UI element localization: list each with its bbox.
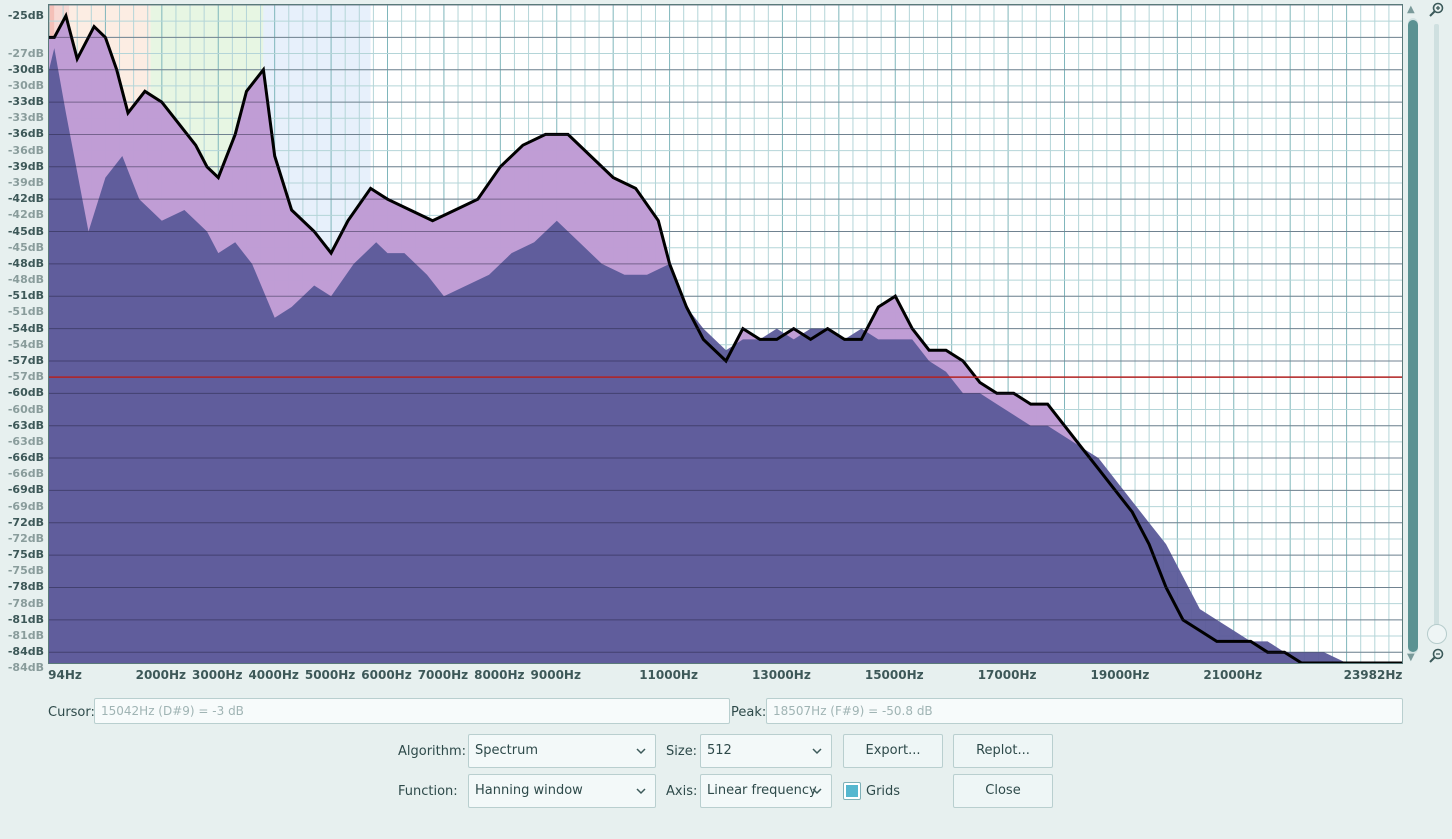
grids-label[interactable]: Grids (866, 784, 900, 799)
y-tick-label: -57dB (7, 370, 44, 384)
y-tick-label: -72dB (7, 531, 44, 545)
y-tick-label: -75dB (7, 548, 44, 562)
y-tick-label: -39dB (7, 175, 44, 189)
grids-checkbox[interactable] (843, 782, 861, 800)
y-tick-label: -69dB (7, 483, 44, 497)
y-tick-label: -42dB (7, 192, 44, 206)
y-tick-label: -25dB (7, 8, 44, 22)
algorithm-select[interactable]: Spectrum (468, 734, 656, 768)
y-tick-label: -57dB (7, 353, 44, 367)
x-tick-label: 7000Hz (417, 668, 469, 682)
zoom-in-icon[interactable] (1428, 2, 1444, 18)
chevron-down-icon (812, 748, 822, 755)
y-tick-label: -84dB (7, 661, 44, 675)
y-tick-label: -36dB (7, 143, 44, 157)
x-tick-label: 94Hz (48, 668, 82, 682)
peak-label: Peak: (731, 705, 767, 720)
x-axis: 94Hz 2000Hz 3000Hz 4000Hz 5000Hz 6000Hz 7000Hz… (48, 668, 1408, 688)
y-tick-label: -60dB (7, 402, 44, 416)
y-tick-label: -60dB (7, 386, 44, 400)
y-tick-label: -81dB (7, 612, 44, 626)
x-tick-label: 19000Hz (1090, 668, 1150, 682)
y-tick-label: -51dB (7, 305, 44, 319)
axis-value: Linear frequency (707, 783, 817, 798)
y-tick-label: -69dB (7, 499, 44, 513)
y-tick-label: -42dB (7, 208, 44, 222)
function-value: Hanning window (475, 783, 583, 798)
size-value: 512 (707, 743, 732, 758)
y-tick-label: -84dB (7, 645, 44, 659)
y-tick-label: -66dB (7, 451, 44, 465)
zoom-knob[interactable] (1427, 624, 1447, 644)
y-tick-label: -48dB (7, 256, 44, 270)
y-tick-label: -72dB (7, 515, 44, 529)
y-tick-label: -48dB (7, 273, 44, 287)
peak-readout: 18507Hz (F#9) = -50.8 dB (766, 698, 1403, 724)
y-tick-label: -33dB (7, 95, 44, 109)
axis-select[interactable]: Linear frequency (700, 774, 832, 808)
axis-label: Axis: (666, 784, 698, 799)
y-tick-label: -30dB (7, 62, 44, 76)
x-tick-label: 8000Hz (474, 668, 525, 682)
function-select[interactable]: Hanning window (468, 774, 656, 808)
close-button[interactable]: Close (953, 774, 1053, 808)
zoom-slider[interactable] (1427, 2, 1449, 668)
y-tick-label: -45dB (7, 240, 44, 254)
x-tick-label: 4000Hz (248, 668, 299, 682)
x-tick-label: 9000Hz (530, 668, 581, 682)
zoom-out-icon[interactable] (1428, 648, 1444, 664)
chevron-down-icon (636, 788, 646, 795)
algorithm-value: Spectrum (475, 743, 538, 758)
x-tick-label: 5000Hz (304, 668, 356, 682)
x-tick-label: 6000Hz (361, 668, 412, 682)
y-tick-label: -66dB (7, 467, 44, 481)
y-tick-label: -24dB (8, 0, 44, 1)
x-tick-label: 15000Hz (864, 668, 924, 682)
y-axis: -25dB -30dB -33dB -36dB -39dB -42dB -45dB -48dB… (0, 0, 48, 675)
y-tick-label: -75dB (7, 564, 44, 578)
y-tick-label: -78dB (7, 580, 44, 594)
y-tick-label: -54dB (7, 337, 44, 351)
y-tick-label: -63dB (7, 418, 44, 432)
chevron-down-icon (812, 788, 822, 795)
vertical-scrollbar[interactable]: ▲ ▼ (1405, 4, 1427, 664)
scroll-up-arrow-icon[interactable]: ▲ (1407, 4, 1415, 15)
spectrum-plot[interactable] (48, 4, 1403, 664)
y-tick-label: -81dB (7, 629, 44, 643)
y-tick-label: -63dB (7, 434, 44, 448)
size-select[interactable]: 512 (700, 734, 832, 768)
x-tick-label: 11000Hz (639, 668, 698, 682)
x-tick-label: 3000Hz (192, 668, 243, 682)
y-tick-label: -30dB (7, 78, 44, 92)
y-tick-label: -39dB (7, 159, 44, 173)
y-tick-label: -27dB (7, 46, 44, 60)
checkbox-checked-mark (846, 785, 858, 797)
y-tick-label: -54dB (7, 321, 44, 335)
function-label: Function: (398, 784, 458, 799)
x-tick-label: 17000Hz (977, 668, 1037, 682)
size-label: Size: (666, 744, 698, 759)
zoom-track[interactable] (1434, 24, 1439, 629)
x-tick-label: 2000Hz (135, 668, 187, 682)
export-button[interactable]: Export... (843, 734, 943, 768)
y-tick-label: -33dB (7, 111, 44, 125)
y-tick-label: -78dB (7, 596, 44, 610)
y-tick-label: -51dB (7, 289, 44, 303)
x-tick-label: 23982Hz (1343, 668, 1403, 682)
cursor-readout: 15042Hz (D#9) = -3 dB (94, 698, 730, 724)
replot-button[interactable]: Replot... (953, 734, 1053, 768)
chevron-down-icon (636, 748, 646, 755)
x-tick-label: 21000Hz (1203, 668, 1263, 682)
scroll-thumb[interactable] (1408, 20, 1418, 652)
y-tick-label: -45dB (7, 224, 44, 238)
spectrum-chart (49, 5, 1402, 663)
algorithm-label: Algorithm: (398, 744, 467, 759)
scroll-down-arrow-icon[interactable]: ▼ (1407, 652, 1415, 663)
y-tick-label: -36dB (7, 127, 44, 141)
cursor-label: Cursor: (48, 705, 95, 720)
x-tick-label: 13000Hz (752, 668, 811, 682)
